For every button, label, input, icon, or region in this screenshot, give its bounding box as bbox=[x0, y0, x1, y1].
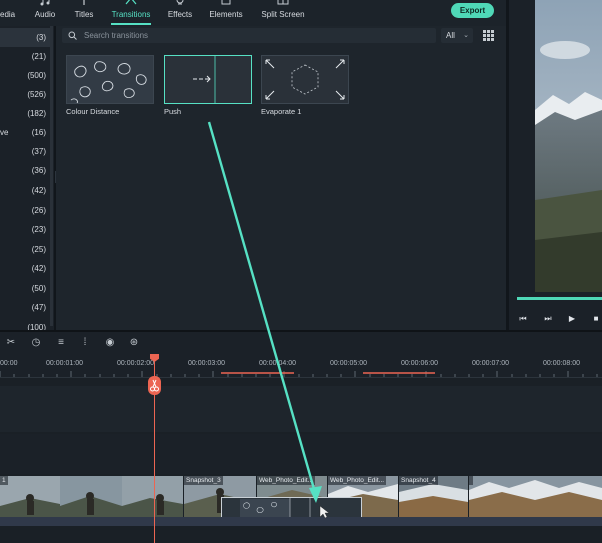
ruler-time-label: 00:00:04:00 bbox=[259, 360, 296, 367]
ruler-time-label: 00:00:01:00 bbox=[46, 360, 83, 367]
category-item[interactable]: (182) bbox=[0, 104, 51, 123]
category-item[interactable]: (23) bbox=[0, 220, 51, 239]
category-item[interactable]: (3) bbox=[0, 28, 51, 47]
speed-icon[interactable]: ◷ bbox=[30, 336, 42, 349]
step-forward-icon[interactable]: ⏭ bbox=[543, 314, 553, 324]
colour-distance-pattern-icon bbox=[67, 56, 153, 104]
category-item[interactable]: (50) bbox=[0, 279, 51, 298]
ruler-ticks bbox=[0, 371, 598, 377]
video-clip[interactable]: Snapshot_4 bbox=[399, 476, 468, 517]
ruler-time-label: 00:00:03:00 bbox=[188, 360, 225, 367]
scissors-glyph bbox=[150, 379, 159, 392]
split-screen-icon bbox=[277, 0, 289, 5]
transition-label: Evaporate 1 bbox=[261, 107, 302, 116]
clip-frames bbox=[469, 476, 602, 517]
video-clip[interactable] bbox=[469, 476, 602, 517]
stop-icon[interactable]: ■ bbox=[591, 314, 601, 324]
category-sidebar: (3) (21) (500) (526) (182) ve (16) (37) (… bbox=[0, 26, 51, 332]
adjust-icon[interactable]: ≡ bbox=[55, 336, 67, 349]
tab-effects[interactable]: Effects bbox=[166, 0, 194, 26]
color-icon[interactable]: ◉ bbox=[104, 336, 116, 349]
active-tab-underline bbox=[111, 23, 151, 25]
category-item[interactable]: (25) bbox=[0, 240, 51, 259]
audio-track-strip[interactable] bbox=[0, 517, 602, 526]
grid-view-icon[interactable] bbox=[483, 30, 494, 41]
category-item[interactable]: (526) bbox=[0, 85, 51, 104]
ruler-time-label: 00:00:02:00 bbox=[117, 360, 154, 367]
ruler-time-label: 00:00:06:00 bbox=[401, 360, 438, 367]
category-item[interactable]: (26) bbox=[0, 201, 51, 220]
category-item[interactable]: (37) bbox=[0, 142, 51, 161]
ruler-time-label: 00:00 bbox=[0, 360, 18, 367]
sidebar-scrollbar[interactable] bbox=[50, 26, 53, 326]
transition-label: Colour Distance bbox=[66, 107, 120, 116]
category-item[interactable]: (42) bbox=[0, 259, 51, 278]
play-icon[interactable]: ▶ bbox=[567, 314, 577, 324]
empty-track[interactable] bbox=[0, 386, 602, 432]
preview-video-frame bbox=[535, 0, 602, 292]
render-icon[interactable]: ⊛ bbox=[128, 336, 140, 349]
search-icon bbox=[68, 31, 77, 40]
transition-thumbnail-evaporate-1[interactable] bbox=[261, 55, 349, 104]
scissors-icon[interactable] bbox=[148, 376, 161, 395]
transition-thumbnail-colour-distance[interactable] bbox=[66, 55, 154, 104]
ruler-time-label: 00:00:07:00 bbox=[472, 360, 509, 367]
text-icon bbox=[83, 0, 85, 5]
ruler-time-label: 00:00:08:00 bbox=[543, 360, 580, 367]
transition-thumbnail-push[interactable] bbox=[164, 55, 252, 104]
step-back-icon[interactable]: ⏮ bbox=[518, 314, 528, 324]
filter-dropdown[interactable]: All ⌄ bbox=[441, 28, 473, 43]
audio-icon[interactable]: ⁞ bbox=[79, 336, 91, 349]
category-item[interactable]: (500) bbox=[0, 66, 51, 85]
split-icon[interactable]: ✂ bbox=[5, 336, 17, 349]
top-tab-bar: edia Audio Titles Transitions Effects El… bbox=[0, 0, 506, 26]
transitions-icon bbox=[125, 0, 137, 5]
category-item[interactable]: (47) bbox=[0, 298, 51, 317]
dragged-transition-ghost bbox=[221, 497, 362, 519]
evaporate-hexagon-icon bbox=[262, 56, 348, 103]
category-item[interactable]: (21) bbox=[0, 47, 51, 66]
preview-progress-bar[interactable] bbox=[517, 297, 602, 300]
drag-ghost-frames bbox=[222, 498, 361, 518]
tab-titles[interactable]: Titles bbox=[70, 0, 98, 26]
export-button[interactable]: Export bbox=[451, 3, 494, 18]
empty-track[interactable] bbox=[0, 434, 602, 474]
tab-split-screen[interactable]: Split Screen bbox=[261, 0, 305, 26]
editor-window: { "tabs": [ {"label": "edia", "icon": "m… bbox=[0, 0, 602, 543]
transition-label: Push bbox=[164, 107, 182, 116]
chevron-down-icon: ⌄ bbox=[463, 32, 469, 39]
clip-frames bbox=[0, 476, 183, 517]
tab-media[interactable]: edia bbox=[0, 0, 20, 26]
tab-audio[interactable]: Audio bbox=[33, 0, 57, 26]
category-item[interactable]: ve (16) bbox=[0, 123, 51, 142]
search-input[interactable]: Search transitions bbox=[62, 28, 436, 43]
ruler-time-label: 00:00:05:00 bbox=[330, 360, 367, 367]
category-item[interactable]: (36) bbox=[0, 161, 51, 180]
music-note-icon bbox=[40, 0, 50, 6]
timeline-ruler[interactable] bbox=[0, 354, 602, 378]
sparkle-icon bbox=[176, 0, 184, 5]
elements-icon bbox=[221, 0, 231, 5]
push-arrow-icon bbox=[165, 56, 251, 103]
tab-elements[interactable]: Elements bbox=[209, 0, 243, 26]
video-clip[interactable]: 1 bbox=[0, 476, 183, 517]
category-item[interactable]: (42) bbox=[0, 181, 51, 200]
